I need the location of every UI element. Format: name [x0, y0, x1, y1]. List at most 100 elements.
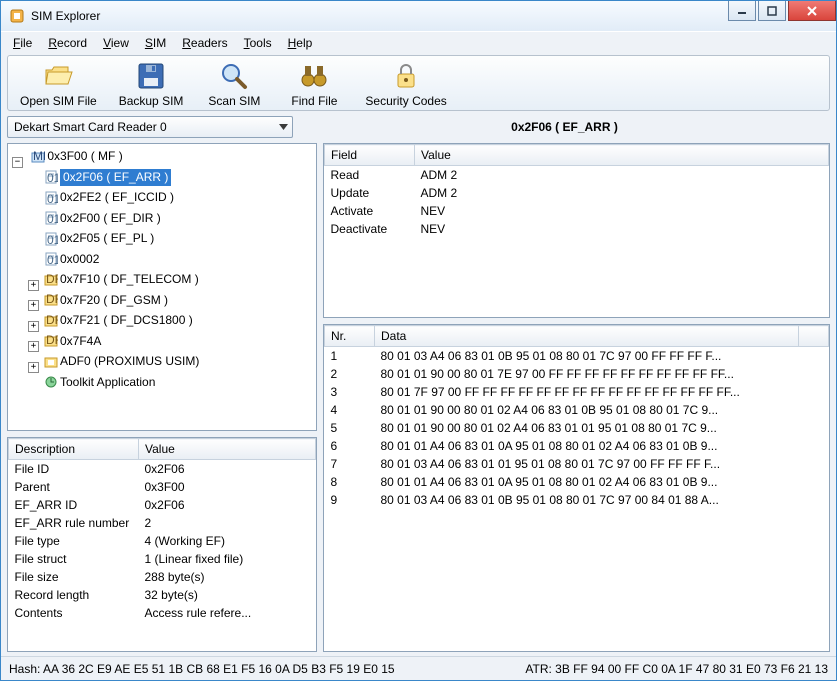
statusbar: Hash: AA 36 2C E9 AE E5 51 1B CB 68 E1 F… [1, 656, 836, 680]
value-cell: ADM 2 [415, 184, 829, 202]
minimize-button[interactable] [728, 1, 756, 21]
tree-expander[interactable]: + [28, 362, 39, 373]
record-row[interactable]: 880 01 01 A4 06 83 01 0A 95 01 08 80 01 … [325, 473, 829, 491]
tree-node[interactable]: DF0x7F4A [42, 333, 103, 350]
toolbar-label: Scan SIM [208, 94, 260, 108]
data-cell: 80 01 01 A4 06 83 01 0A 95 01 08 80 01 0… [375, 437, 799, 455]
open-sim-file-button[interactable]: Open SIM File [14, 58, 103, 110]
value-cell: 1 (Linear fixed file) [139, 550, 316, 568]
record-row[interactable]: 980 01 03 A4 06 83 01 0B 95 01 08 80 01 … [325, 491, 829, 509]
field-row[interactable]: UpdateADM 2 [325, 184, 829, 202]
record-row[interactable]: 580 01 01 90 00 80 01 02 A4 06 83 01 01 … [325, 419, 829, 437]
desc-row[interactable]: File type4 (Working EF) [9, 532, 316, 550]
tree-node[interactable]: DF0x7F20 ( DF_GSM ) [42, 292, 170, 309]
reader-select[interactable]: Dekart Smart Card Reader 0 [7, 116, 293, 138]
desc-row[interactable]: File struct1 (Linear fixed file) [9, 550, 316, 568]
window-controls [726, 1, 836, 21]
value-cell: 4 (Working EF) [139, 532, 316, 550]
security-codes-button[interactable]: Security Codes [359, 58, 452, 110]
tree-expander[interactable]: − [12, 157, 23, 168]
desc-row[interactable]: File ID0x2F06 [9, 460, 316, 479]
menu-sim[interactable]: SIM [139, 34, 172, 52]
tree-node[interactable]: 010x2F05 ( EF_PL ) [42, 230, 156, 247]
binoculars-icon [298, 60, 330, 92]
desc-row[interactable]: EF_ARR ID0x2F06 [9, 496, 316, 514]
record-row[interactable]: 380 01 7F 97 00 FF FF FF FF FF FF FF FF … [325, 383, 829, 401]
tree-node[interactable]: ADF0 (PROXIMUS USIM) [42, 353, 201, 370]
nr-header[interactable]: Nr. [325, 326, 375, 347]
tree-expander[interactable]: + [28, 280, 39, 291]
desc-row[interactable]: File size288 byte(s) [9, 568, 316, 586]
tree-node[interactable]: 010x2FE2 ( EF_ICCID ) [42, 189, 176, 206]
field-header[interactable]: Field [325, 145, 415, 166]
tree-label: 0x7F10 ( DF_TELECOM ) [60, 271, 199, 288]
close-button[interactable] [788, 1, 836, 21]
floppy-disk-icon [135, 60, 167, 92]
data-cell: 80 01 03 A4 06 83 01 0B 95 01 08 80 01 7… [375, 491, 799, 509]
svg-text:01: 01 [47, 212, 58, 225]
desc-cell: File ID [9, 460, 139, 479]
record-row[interactable]: 680 01 01 A4 06 83 01 0A 95 01 08 80 01 … [325, 437, 829, 455]
tree-node[interactable]: DF0x7F21 ( DF_DCS1800 ) [42, 312, 195, 329]
tree-label: ADF0 (PROXIMUS USIM) [60, 353, 199, 370]
tree-node[interactable]: DF0x7F10 ( DF_TELECOM ) [42, 271, 201, 288]
desc-row[interactable]: Parent0x3F00 [9, 478, 316, 496]
menu-record[interactable]: Record [42, 34, 93, 52]
maximize-button[interactable] [758, 1, 786, 21]
svg-text:01: 01 [47, 253, 58, 266]
desc-row[interactable]: ContentsAccess rule refere... [9, 604, 316, 622]
desc-row[interactable]: EF_ARR rule number2 [9, 514, 316, 532]
desc-row[interactable]: Record length32 byte(s) [9, 586, 316, 604]
df-icon: DF [44, 273, 58, 287]
app-icon [9, 8, 25, 24]
tree-expander[interactable]: + [28, 321, 39, 332]
description-panel: Description Value File ID0x2F06Parent0x3… [7, 437, 317, 652]
data-header[interactable]: Data [375, 326, 799, 347]
tree-node[interactable]: 010x2F00 ( EF_DIR ) [42, 210, 163, 227]
tree-expander[interactable]: + [28, 341, 39, 352]
tk-icon [44, 375, 58, 389]
record-row[interactable]: 180 01 03 A4 06 83 01 0B 95 01 08 80 01 … [325, 347, 829, 366]
toolbar-label: Open SIM File [20, 94, 97, 108]
value-cell: 0x3F00 [139, 478, 316, 496]
value-cell: NEV [415, 202, 829, 220]
field-row[interactable]: ReadADM 2 [325, 166, 829, 185]
ef-icon: 01 [44, 232, 58, 246]
desc-header[interactable]: Description [9, 439, 139, 460]
tree-node[interactable]: Toolkit Application [42, 374, 157, 391]
desc-cell: Parent [9, 478, 139, 496]
window-title: SIM Explorer [31, 9, 100, 23]
backup-sim-button[interactable]: Backup SIM [113, 58, 190, 110]
records-panel: Nr. Data 180 01 03 A4 06 83 01 0B 95 01 … [323, 324, 830, 652]
menu-view[interactable]: View [97, 34, 135, 52]
record-row[interactable]: 280 01 01 90 00 80 01 7E 97 00 FF FF FF … [325, 365, 829, 383]
tree-expander[interactable]: + [28, 300, 39, 311]
df-icon: DF [44, 293, 58, 307]
tree-node-root[interactable]: MF 0x3F00 ( MF ) [29, 148, 124, 165]
tree-label: 0x2FE2 ( EF_ICCID ) [60, 189, 174, 206]
value-header[interactable]: Value [415, 145, 829, 166]
file-tree[interactable]: − MF 0x3F00 ( MF ) 010x2F06 ( EF_ARR ) 01… [7, 143, 317, 431]
menu-file[interactable]: File [7, 34, 38, 52]
scan-sim-button[interactable]: Scan SIM [199, 58, 269, 110]
field-row[interactable]: ActivateNEV [325, 202, 829, 220]
tree-label: Toolkit Application [60, 374, 155, 391]
value-header[interactable]: Value [139, 439, 316, 460]
menu-readers[interactable]: Readers [176, 34, 233, 52]
menubar: File Record View SIM Readers Tools Help [1, 31, 836, 53]
record-row[interactable]: 480 01 01 90 00 80 01 02 A4 06 83 01 0B … [325, 401, 829, 419]
data-cell: 80 01 01 90 00 80 01 7E 97 00 FF FF FF F… [375, 365, 799, 383]
data-cell: 80 01 03 A4 06 83 01 01 95 01 08 80 01 7… [375, 455, 799, 473]
record-row[interactable]: 780 01 03 A4 06 83 01 01 95 01 08 80 01 … [325, 455, 829, 473]
svg-text:DF: DF [46, 334, 58, 347]
find-file-button[interactable]: Find File [279, 58, 349, 110]
value-cell: 2 [139, 514, 316, 532]
tree-node[interactable]: 010x0002 [42, 251, 101, 268]
desc-cell: File struct [9, 550, 139, 568]
nr-cell: 9 [325, 491, 375, 509]
field-row[interactable]: DeactivateNEV [325, 220, 829, 238]
menu-help[interactable]: Help [282, 34, 319, 52]
menu-tools[interactable]: Tools [238, 34, 278, 52]
spacer-header [799, 326, 829, 347]
tree-node[interactable]: 010x2F06 ( EF_ARR ) [42, 169, 173, 186]
